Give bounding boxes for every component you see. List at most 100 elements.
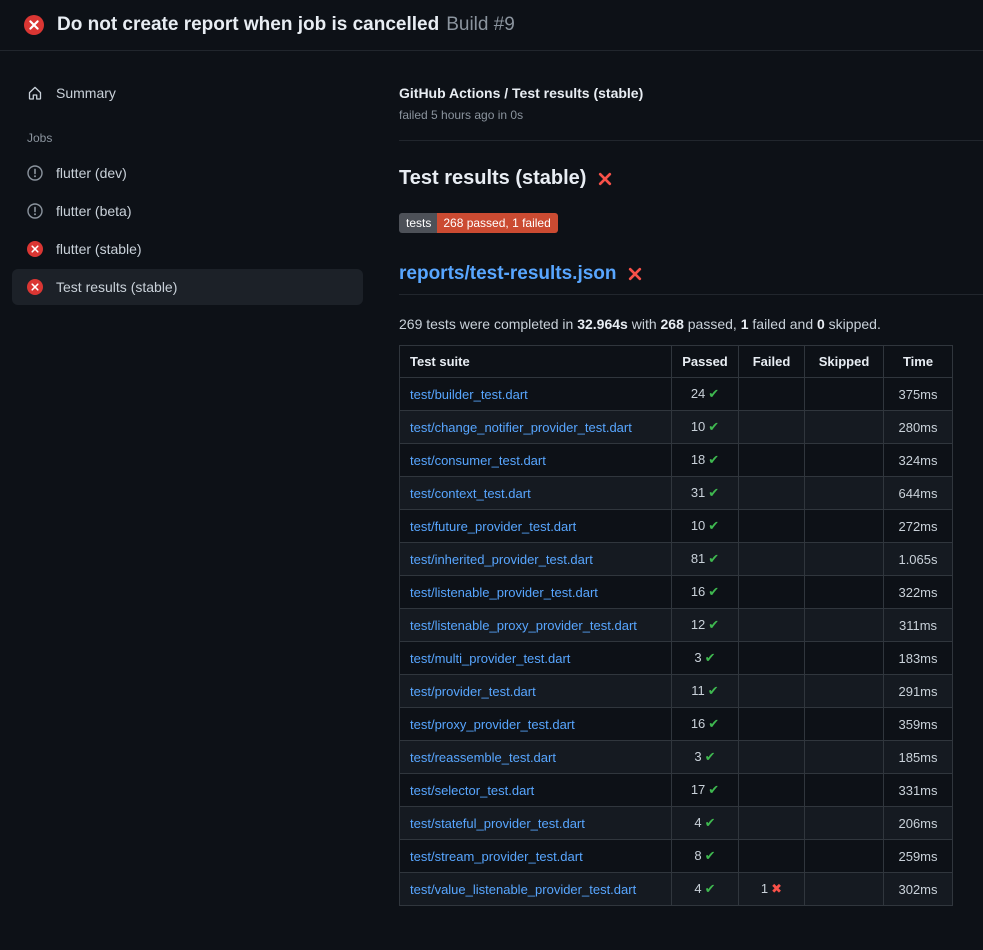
- cell-time: 375ms: [884, 378, 953, 411]
- cell-failed: [739, 807, 805, 840]
- cell-time: 359ms: [884, 708, 953, 741]
- test-suite-link[interactable]: test/value_listenable_provider_test.dart: [410, 882, 636, 897]
- cell-time: 183ms: [884, 642, 953, 675]
- test-suite-link[interactable]: test/listenable_proxy_provider_test.dart: [410, 618, 637, 633]
- cell-passed: 31✔: [672, 477, 739, 510]
- cell-passed: 18✔: [672, 444, 739, 477]
- cell-passed: 81✔: [672, 543, 739, 576]
- test-suite-link[interactable]: test/builder_test.dart: [410, 387, 528, 402]
- tests-badge: tests 268 passed, 1 failed: [399, 213, 558, 233]
- job-label: flutter (dev): [56, 165, 127, 181]
- table-row: test/value_listenable_provider_test.dart…: [400, 873, 953, 906]
- test-suite-link[interactable]: test/change_notifier_provider_test.dart: [410, 420, 632, 435]
- test-suite-link[interactable]: test/multi_provider_test.dart: [410, 651, 570, 666]
- cell-failed: [739, 543, 805, 576]
- sidebar-item-summary[interactable]: Summary: [12, 75, 363, 111]
- cell-test-suite: test/listenable_provider_test.dart: [400, 576, 672, 609]
- cell-test-suite: test/inherited_provider_test.dart: [400, 543, 672, 576]
- jobs-list: flutter (dev) flutter (beta) flutter (stab…: [12, 155, 363, 305]
- check-icon: ✔: [708, 684, 719, 699]
- cell-skipped: [805, 774, 884, 807]
- check-icon: ✔: [708, 585, 719, 600]
- cross-icon: ✖: [771, 882, 782, 897]
- cell-test-suite: test/multi_provider_test.dart: [400, 642, 672, 675]
- sidebar-job-flutter-beta[interactable]: flutter (beta): [12, 193, 363, 229]
- cell-failed: 1✖: [739, 873, 805, 906]
- test-suite-link[interactable]: test/consumer_test.dart: [410, 453, 546, 468]
- cell-failed: [739, 840, 805, 873]
- cell-test-suite: test/listenable_proxy_provider_test.dart: [400, 609, 672, 642]
- cell-passed: 16✔: [672, 708, 739, 741]
- results-table: Test suite Passed Failed Skipped Time te…: [399, 345, 953, 906]
- column-header-test-suite: Test suite: [400, 346, 672, 378]
- check-icon: ✔: [705, 882, 716, 897]
- cell-time: 206ms: [884, 807, 953, 840]
- failed-cross-icon: [597, 171, 613, 187]
- cell-time: 302ms: [884, 873, 953, 906]
- report-file-link[interactable]: reports/test-results.json: [399, 263, 617, 285]
- cell-time: 291ms: [884, 675, 953, 708]
- cell-time: 280ms: [884, 411, 953, 444]
- test-suite-link[interactable]: test/reassemble_test.dart: [410, 750, 556, 765]
- build-title: Do not create report when job is cancell…: [57, 14, 439, 35]
- test-suite-link[interactable]: test/stream_provider_test.dart: [410, 849, 583, 864]
- check-icon: ✔: [705, 849, 716, 864]
- cell-skipped: [805, 708, 884, 741]
- table-row: test/consumer_test.dart 18✔ 324ms: [400, 444, 953, 477]
- cell-skipped: [805, 444, 884, 477]
- sidebar-job-test-results-stable[interactable]: Test results (stable): [12, 269, 363, 305]
- column-header-passed: Passed: [672, 346, 739, 378]
- sidebar-job-flutter-stable[interactable]: flutter (stable): [12, 231, 363, 267]
- column-header-time: Time: [884, 346, 953, 378]
- table-row: test/builder_test.dart 24✔ 375ms: [400, 378, 953, 411]
- column-header-failed: Failed: [739, 346, 805, 378]
- test-suite-link[interactable]: test/context_test.dart: [410, 486, 531, 501]
- table-row: test/provider_test.dart11✔291ms: [400, 675, 953, 708]
- cell-test-suite: test/proxy_provider_test.dart: [400, 708, 672, 741]
- test-suite-link[interactable]: test/selector_test.dart: [410, 783, 534, 798]
- table-row: test/context_test.dart31✔644ms: [400, 477, 953, 510]
- cell-passed: 12✔: [672, 609, 739, 642]
- table-row: test/listenable_proxy_provider_test.dart…: [400, 609, 953, 642]
- cell-failed: [739, 642, 805, 675]
- sidebar-job-flutter-dev[interactable]: flutter (dev): [12, 155, 363, 191]
- cell-failed: [739, 477, 805, 510]
- test-suite-link[interactable]: test/listenable_provider_test.dart: [410, 585, 598, 600]
- check-icon: ✔: [705, 651, 716, 666]
- build-failed-icon: [24, 15, 44, 35]
- test-suite-link[interactable]: test/inherited_provider_test.dart: [410, 552, 593, 567]
- cell-time: 324ms: [884, 444, 953, 477]
- check-icon: ✔: [705, 816, 716, 831]
- check-icon: ✔: [708, 783, 719, 798]
- job-label: flutter (stable): [56, 241, 142, 257]
- badge-label: tests: [399, 213, 437, 233]
- column-header-skipped: Skipped: [805, 346, 884, 378]
- job-label: Test results (stable): [56, 279, 177, 295]
- test-suite-link[interactable]: test/provider_test.dart: [410, 684, 536, 699]
- cell-test-suite: test/reassemble_test.dart: [400, 741, 672, 774]
- table-row: test/inherited_provider_test.dart81✔1.06…: [400, 543, 953, 576]
- test-suite-link[interactable]: test/future_provider_test.dart: [410, 519, 576, 534]
- table-row: test/proxy_provider_test.dart 16✔ 359ms: [400, 708, 953, 741]
- check-icon: ✔: [708, 717, 719, 732]
- cell-test-suite: test/stream_provider_test.dart: [400, 840, 672, 873]
- test-suite-link[interactable]: test/stateful_provider_test.dart: [410, 816, 585, 831]
- cell-failed: [739, 378, 805, 411]
- page-header: Do not create report when job is cancell…: [0, 0, 983, 51]
- failed-icon: [27, 279, 43, 295]
- section-heading-text: Test results (stable): [399, 167, 586, 190]
- cell-skipped: [805, 510, 884, 543]
- cell-failed: [739, 510, 805, 543]
- cell-passed: 24✔: [672, 378, 739, 411]
- cell-failed: [739, 708, 805, 741]
- run-status-text: failed 5 hours ago in 0s: [399, 108, 983, 122]
- table-row: test/listenable_provider_test.dart16✔322…: [400, 576, 953, 609]
- cell-passed: 17✔: [672, 774, 739, 807]
- check-icon: ✔: [708, 552, 719, 567]
- cell-skipped: [805, 477, 884, 510]
- cell-skipped: [805, 642, 884, 675]
- warning-icon: [27, 203, 43, 219]
- cell-passed: 3✔: [672, 741, 739, 774]
- cell-passed: 4✔: [672, 873, 739, 906]
- test-suite-link[interactable]: test/proxy_provider_test.dart: [410, 717, 575, 732]
